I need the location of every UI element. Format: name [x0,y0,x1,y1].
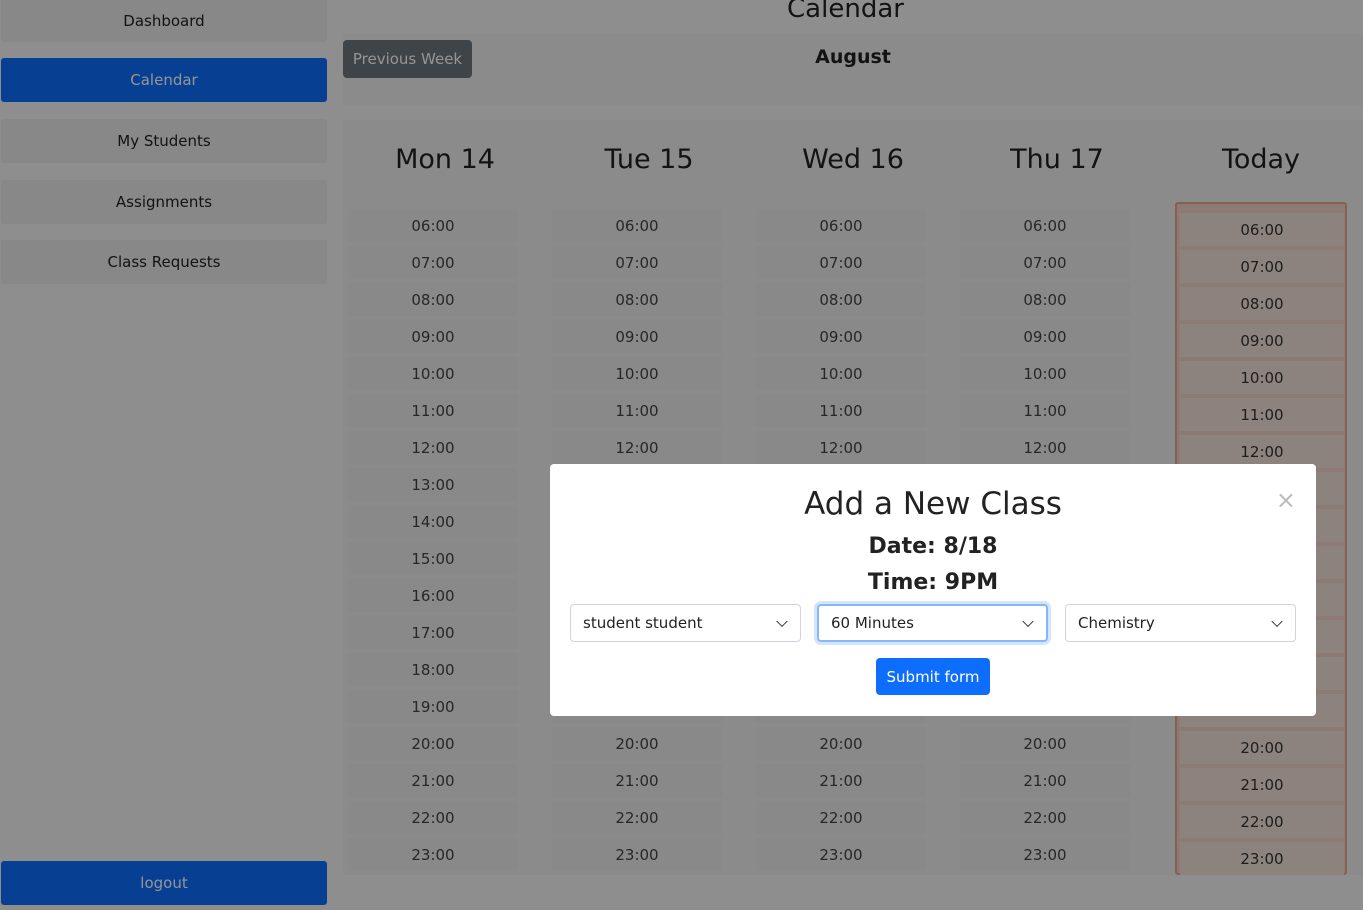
duration-select-value: 60 Minutes [831,614,914,632]
add-class-modal: Add a New Class × Date: 8/18 Time: 9PM s… [550,464,1316,716]
duration-select[interactable]: 60 Minutes [817,604,1048,642]
modal-date: Date: 8/18 [868,534,998,559]
student-select[interactable]: student student [570,604,801,642]
chevron-down-icon [1271,615,1283,628]
submit-button[interactable]: Submit form [876,658,990,695]
chevron-down-icon [776,615,788,628]
modal-title: Add a New Class [804,486,1062,522]
modal-backdrop[interactable] [0,0,1363,910]
chevron-down-icon [1022,615,1034,628]
subject-select-value: Chemistry [1078,614,1155,632]
student-select-value: student student [583,614,703,632]
modal-time: Time: 9PM [867,570,999,595]
subject-select[interactable]: Chemistry [1065,604,1296,642]
close-icon[interactable]: × [1276,488,1296,512]
